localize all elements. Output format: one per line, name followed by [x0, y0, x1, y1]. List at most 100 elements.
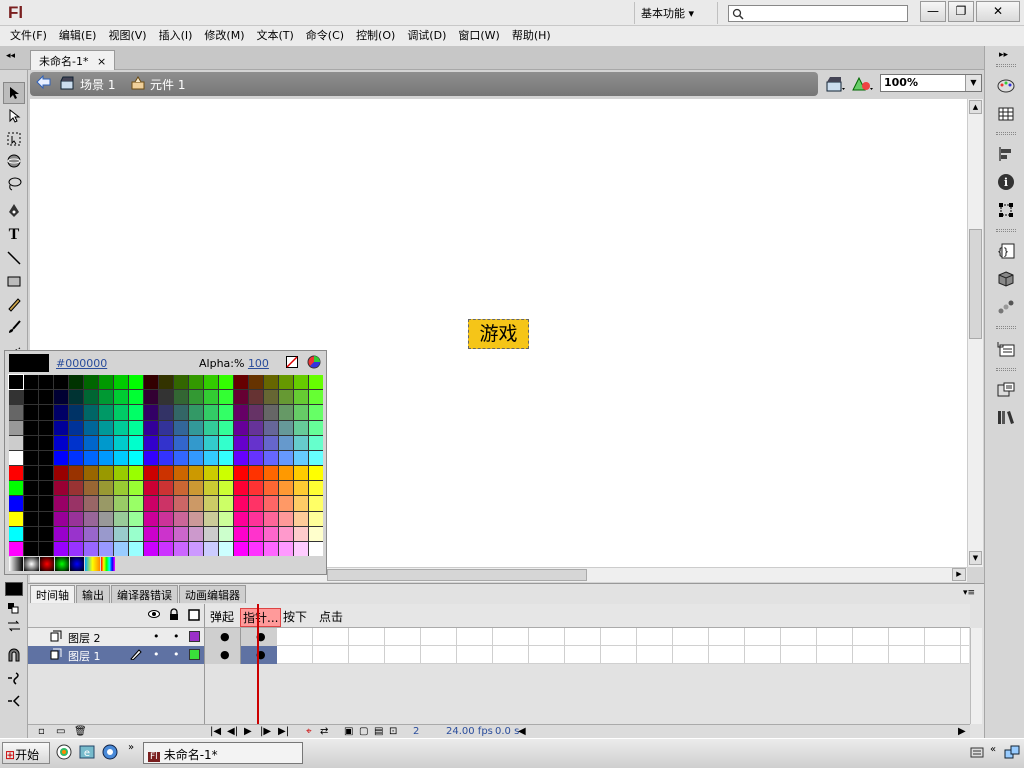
color-swatch-cell[interactable] — [144, 435, 158, 450]
color-swatch-cell[interactable] — [249, 390, 263, 405]
color-swatch-cell[interactable] — [294, 420, 308, 435]
color-swatch-cell[interactable] — [279, 466, 293, 481]
stage-vertical-scrollbar[interactable]: ▲ ▼ — [967, 99, 983, 567]
color-swatch-cell[interactable] — [8, 373, 24, 391]
zoom-select[interactable]: 100% ▼ — [880, 74, 982, 92]
color-swatch-cell[interactable] — [174, 526, 188, 541]
color-swatch-cell[interactable] — [294, 466, 308, 481]
color-swatch-cell[interactable] — [54, 541, 68, 556]
color-swatch-cell[interactable] — [39, 481, 53, 496]
color-swatch-cell[interactable] — [9, 420, 23, 435]
color-swatch-cell[interactable] — [114, 450, 128, 465]
explorer-quicklaunch-icon[interactable]: e — [79, 744, 95, 763]
color-swatch-cell[interactable] — [24, 450, 38, 465]
eye-icon[interactable] — [148, 609, 160, 622]
menu-help[interactable]: 帮助(H) — [506, 27, 557, 45]
color-swatch-cell[interactable] — [234, 526, 248, 541]
motion-presets-panel-icon[interactable] — [996, 297, 1016, 317]
color-swatch-cell[interactable] — [189, 420, 203, 435]
color-swatch-cell[interactable] — [159, 420, 173, 435]
color-swatch-cell[interactable] — [159, 390, 173, 405]
expand-panels-icon[interactable]: ▸▸ — [999, 50, 1008, 60]
gradient-swatch[interactable] — [39, 557, 54, 571]
color-swatch-cell[interactable] — [9, 405, 23, 420]
panel-grip[interactable] — [996, 229, 1016, 232]
color-swatch-cell[interactable] — [114, 526, 128, 541]
color-swatch-cell[interactable] — [159, 466, 173, 481]
color-swatch-cell[interactable] — [174, 450, 188, 465]
color-swatch-cell[interactable] — [84, 526, 98, 541]
timeline-scroll-left-icon[interactable]: ◀ — [518, 726, 526, 737]
color-swatch-cell[interactable] — [309, 405, 323, 420]
tab-compiler-errors[interactable]: 编译器错误 — [111, 585, 178, 603]
color-swatch-cell[interactable] — [69, 450, 83, 465]
color-swatch-cell[interactable] — [264, 405, 278, 420]
color-swatch-cell[interactable] — [9, 481, 23, 496]
color-swatch-cell[interactable] — [129, 420, 143, 435]
color-swatch-cell[interactable] — [39, 420, 53, 435]
color-swatch-cell[interactable] — [69, 435, 83, 450]
playhead[interactable] — [257, 604, 259, 724]
gradient-swatch[interactable] — [70, 557, 85, 571]
vertical-scroll-thumb[interactable] — [969, 229, 982, 339]
color-swatch-cell[interactable] — [39, 405, 53, 420]
3d-rotation-tool-icon[interactable] — [3, 150, 25, 172]
swatches-panel-icon[interactable] — [996, 104, 1016, 124]
color-swatch-cell[interactable] — [114, 405, 128, 420]
color-swatch-cell[interactable] — [99, 420, 113, 435]
color-swatch-cell[interactable] — [144, 496, 158, 511]
chevron-down-icon[interactable]: ▼ — [965, 75, 981, 91]
collapse-panel-icon[interactable]: ◂◂ — [6, 51, 15, 61]
timeline-vertical-scrollbar[interactable] — [970, 628, 982, 724]
visibility-dot[interactable]: • — [153, 630, 160, 643]
color-swatch-cell[interactable] — [264, 435, 278, 450]
color-swatch-cell[interactable] — [144, 466, 158, 481]
color-swatch-cell[interactable] — [84, 466, 98, 481]
document-tab[interactable]: 未命名-1* × — [30, 50, 116, 70]
color-swatch-cell[interactable] — [99, 450, 113, 465]
color-swatch-cell[interactable] — [249, 511, 263, 526]
color-swatch-cell[interactable] — [84, 450, 98, 465]
snap-to-objects-icon[interactable] — [3, 644, 25, 666]
color-swatch-cell[interactable] — [294, 541, 308, 556]
color-swatch-cell[interactable] — [249, 450, 263, 465]
color-swatch-cell[interactable] — [9, 390, 23, 405]
color-swatch-cell[interactable] — [114, 375, 128, 390]
color-swatch-cell[interactable] — [114, 466, 128, 481]
scroll-right-icon[interactable]: ▶ — [952, 568, 966, 581]
color-swatch-cell[interactable] — [309, 541, 323, 556]
color-swatch-cell[interactable] — [159, 435, 173, 450]
color-swatch-cell[interactable] — [84, 375, 98, 390]
color-swatch-cell[interactable] — [54, 420, 68, 435]
color-swatch-cell[interactable] — [9, 541, 23, 556]
layer-color-swatch[interactable] — [189, 631, 200, 642]
library-books-icon[interactable] — [996, 407, 1016, 427]
menu-view[interactable]: 视图(V) — [102, 27, 152, 45]
loop-icon[interactable]: ⇄ — [320, 726, 328, 737]
color-swatch-cell[interactable] — [9, 511, 23, 526]
color-swatch-cell[interactable] — [264, 541, 278, 556]
color-swatch-cell[interactable] — [84, 481, 98, 496]
color-swatch-cell[interactable] — [234, 511, 248, 526]
color-swatch-cell[interactable] — [99, 405, 113, 420]
color-swatch-cell[interactable] — [279, 541, 293, 556]
color-swatch-cell[interactable] — [174, 390, 188, 405]
layer-frames[interactable]: ● ● — [205, 628, 969, 646]
maximize-button[interactable]: ❐ — [948, 1, 974, 22]
color-swatch-cell[interactable] — [294, 511, 308, 526]
color-swatch-cell[interactable] — [159, 541, 173, 556]
color-swatch-cell[interactable] — [144, 481, 158, 496]
pencil-tool-icon[interactable] — [3, 293, 25, 315]
color-swatch-cell[interactable] — [264, 420, 278, 435]
gradient-swatch[interactable] — [85, 557, 100, 571]
gradient-swatch[interactable] — [9, 557, 24, 571]
color-swatch-grid[interactable] — [8, 373, 323, 556]
color-swatch-cell[interactable] — [54, 405, 68, 420]
layer-frames[interactable]: ● ● — [205, 646, 969, 664]
color-swatch-cell[interactable] — [294, 390, 308, 405]
color-swatch-cell[interactable] — [279, 390, 293, 405]
swap-colors-icon[interactable] — [3, 615, 25, 637]
color-swatch-cell[interactable] — [159, 526, 173, 541]
menu-modify[interactable]: 修改(M) — [198, 27, 250, 45]
color-swatch-cell[interactable] — [99, 375, 113, 390]
